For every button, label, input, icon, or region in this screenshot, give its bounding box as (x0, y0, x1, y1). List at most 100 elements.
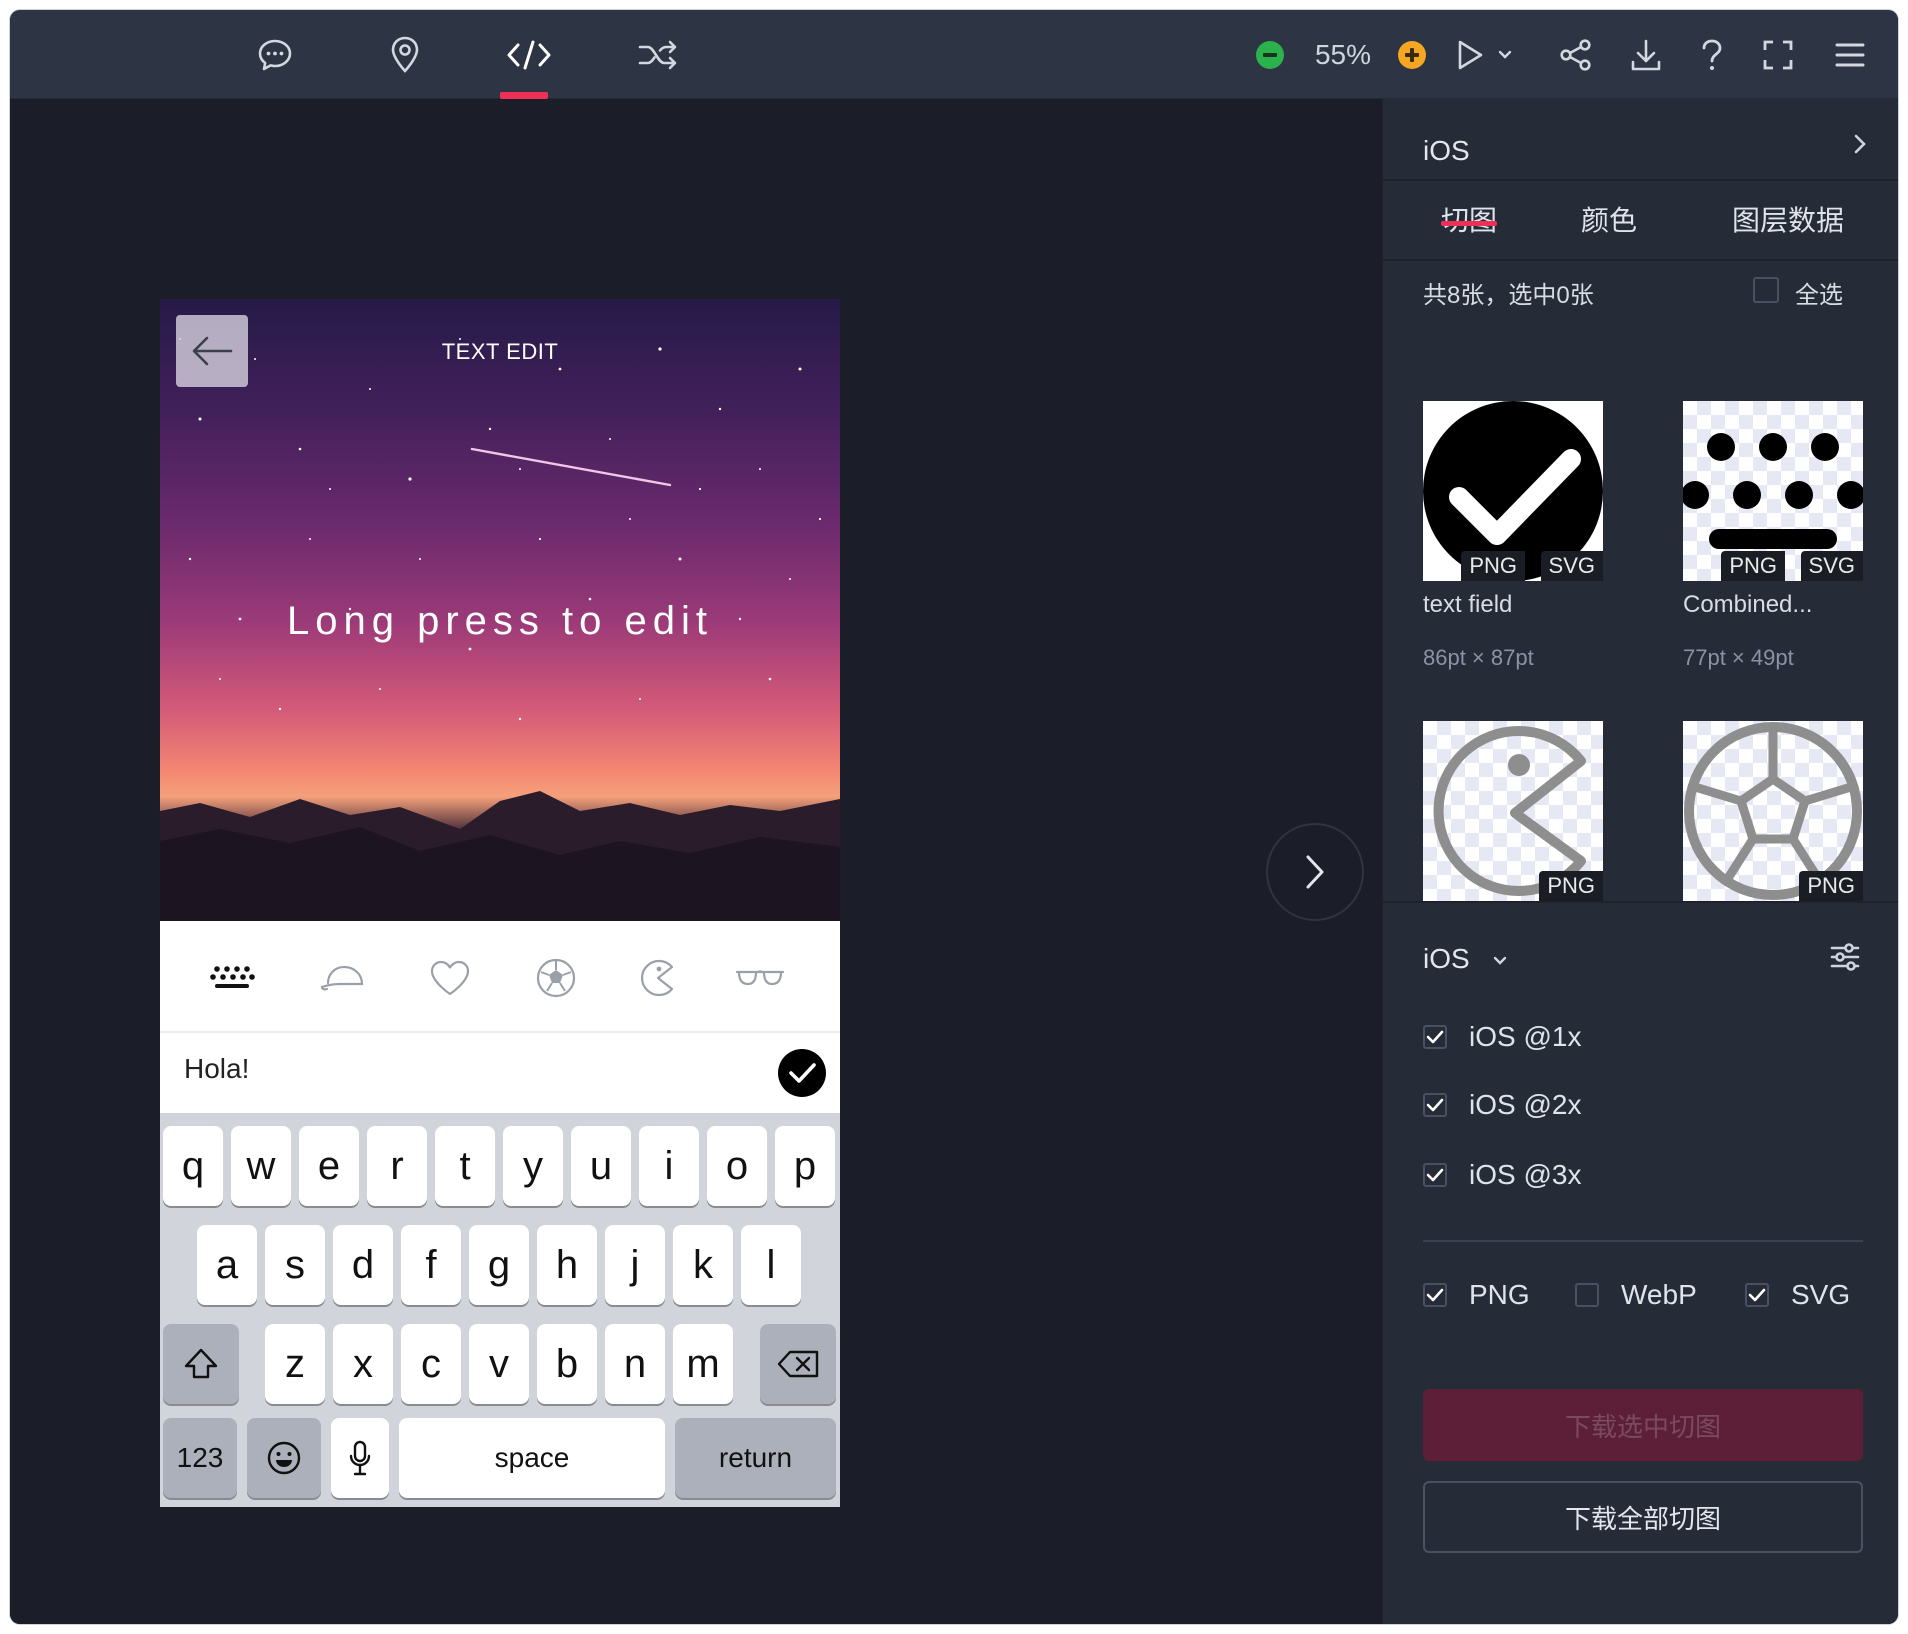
key[interactable]: s (265, 1225, 325, 1305)
format-badge-png: PNG (1799, 871, 1863, 901)
key[interactable]: q (163, 1126, 223, 1206)
screen-title: TEXT EDIT (441, 339, 559, 364)
key[interactable]: v (469, 1324, 529, 1404)
key[interactable]: l (741, 1225, 801, 1305)
asset-size: 86pt × 87pt (1423, 645, 1534, 670)
pacman-icon[interactable] (628, 953, 688, 1003)
asset-thumbnail[interactable]: PNG (1683, 721, 1863, 901)
key[interactable]: f (401, 1225, 461, 1305)
code-icon[interactable] (500, 10, 558, 99)
top-toolbar: 55% (10, 10, 1898, 99)
return-key[interactable]: return (675, 1418, 836, 1498)
scale-3x-label[interactable]: iOS @3x (1469, 1159, 1581, 1191)
format-webp-checkbox[interactable] (1575, 1283, 1599, 1307)
tab-layer-data[interactable]: 图层数据 (1683, 181, 1893, 261)
platform-select[interactable]: iOS (1423, 943, 1507, 975)
asset-size: 77pt × 49pt (1683, 645, 1794, 670)
shift-key[interactable] (163, 1324, 239, 1404)
help-icon[interactable] (1690, 10, 1734, 99)
key[interactable]: u (571, 1126, 631, 1206)
ios-keyboard: q w e r t y u i o p a s d f g h j k l z … (160, 1113, 840, 1507)
key[interactable]: b (537, 1324, 597, 1404)
key[interactable]: t (435, 1126, 495, 1206)
zoom-out-icon[interactable] (1250, 10, 1290, 99)
key[interactable]: g (469, 1225, 529, 1305)
select-all-label[interactable]: 全选 (1795, 275, 1843, 310)
keyboard-dots-icon[interactable] (202, 953, 262, 1003)
shift-icon (184, 1348, 218, 1379)
scale-1x-checkbox[interactable] (1423, 1025, 1447, 1049)
key[interactable]: m (673, 1324, 733, 1404)
numbers-key[interactable]: 123 (163, 1418, 237, 1498)
format-svg-checkbox[interactable] (1745, 1283, 1769, 1307)
key[interactable]: c (401, 1324, 461, 1404)
confirm-button[interactable] (778, 1049, 826, 1097)
format-badge-svg: SVG (1540, 551, 1603, 581)
scale-2x-checkbox[interactable] (1423, 1093, 1447, 1117)
location-pin-icon[interactable] (376, 10, 434, 99)
space-key[interactable]: space (399, 1418, 665, 1498)
text-input[interactable]: Hola! (184, 1053, 249, 1085)
asset-thumbnail[interactable]: PNG (1423, 721, 1603, 901)
key[interactable]: e (299, 1126, 359, 1206)
key[interactable]: p (775, 1126, 835, 1206)
checkmark-icon (1426, 1098, 1444, 1112)
key[interactable]: y (503, 1126, 563, 1206)
key[interactable]: j (605, 1225, 665, 1305)
key[interactable]: z (265, 1324, 325, 1404)
format-png-checkbox[interactable] (1423, 1283, 1447, 1307)
key[interactable]: w (231, 1126, 291, 1206)
fullscreen-icon[interactable] (1756, 10, 1800, 99)
select-all-checkbox[interactable] (1753, 277, 1779, 303)
asset-thumbnail[interactable]: PNG SVG (1683, 401, 1863, 581)
key[interactable]: r (367, 1126, 427, 1206)
key[interactable]: k (673, 1225, 733, 1305)
scale-3x-checkbox[interactable] (1423, 1163, 1447, 1187)
format-svg-label[interactable]: SVG (1791, 1279, 1850, 1311)
play-icon[interactable] (1450, 10, 1490, 99)
shuffle-icon[interactable] (630, 10, 688, 99)
glasses-icon[interactable] (730, 953, 790, 1003)
download-selected-button[interactable]: 下载选中切图 (1423, 1389, 1863, 1461)
next-artboard-button[interactable] (1266, 823, 1364, 921)
scale-2x-label[interactable]: iOS @2x (1469, 1089, 1581, 1121)
download-all-button[interactable]: 下载全部切图 (1423, 1481, 1863, 1553)
checkmark-icon (1426, 1030, 1444, 1044)
share-icon[interactable] (1554, 10, 1598, 99)
settings-sliders-icon[interactable] (1829, 941, 1861, 978)
zoom-in-icon[interactable] (1392, 10, 1432, 99)
heart-icon[interactable] (420, 953, 480, 1003)
scale-1x-label[interactable]: iOS @1x (1469, 1021, 1581, 1053)
key[interactable]: d (333, 1225, 393, 1305)
backspace-key[interactable] (760, 1324, 836, 1404)
emoji-key[interactable] (247, 1418, 321, 1498)
format-badge-svg: SVG (1800, 551, 1863, 581)
key[interactable]: n (605, 1324, 665, 1404)
panel-tabs: 切图 颜色 图层数据 (1383, 179, 1898, 261)
format-webp-label[interactable]: WebP (1621, 1279, 1697, 1311)
key[interactable]: o (707, 1126, 767, 1206)
key[interactable]: x (333, 1324, 393, 1404)
slice-count: 共8张，选中0张 (1423, 282, 1594, 309)
asset-thumbnail[interactable]: PNG SVG (1423, 401, 1603, 581)
soccer-ball-icon[interactable] (526, 953, 586, 1003)
download-icon[interactable] (1624, 10, 1668, 99)
artboard-phone[interactable]: TEXT EDIT Long press to edit Hola! q w e… (160, 299, 840, 1507)
panel-collapse-button[interactable] (1853, 131, 1867, 162)
zoom-level: 55% (1314, 39, 1372, 70)
format-png-label[interactable]: PNG (1469, 1279, 1530, 1311)
starry-sky-image: TEXT EDIT Long press to edit (160, 299, 840, 921)
key[interactable]: h (537, 1225, 597, 1305)
chevron-down-icon[interactable] (1494, 10, 1516, 99)
key[interactable]: i (639, 1126, 699, 1206)
microphone-key[interactable] (331, 1418, 389, 1498)
long-press-hint[interactable]: Long press to edit (160, 599, 840, 644)
key[interactable]: a (197, 1225, 257, 1305)
app-window: 55% TEXT EDIT Long press to edit Hola! q… (10, 10, 1898, 1624)
comment-icon[interactable] (246, 10, 304, 99)
cap-icon[interactable] (312, 953, 372, 1003)
panel-header-title[interactable]: iOS (1423, 135, 1470, 167)
menu-icon[interactable] (1828, 10, 1872, 99)
tab-colors[interactable]: 颜色 (1551, 181, 1667, 261)
mountains-silhouette (160, 791, 840, 921)
